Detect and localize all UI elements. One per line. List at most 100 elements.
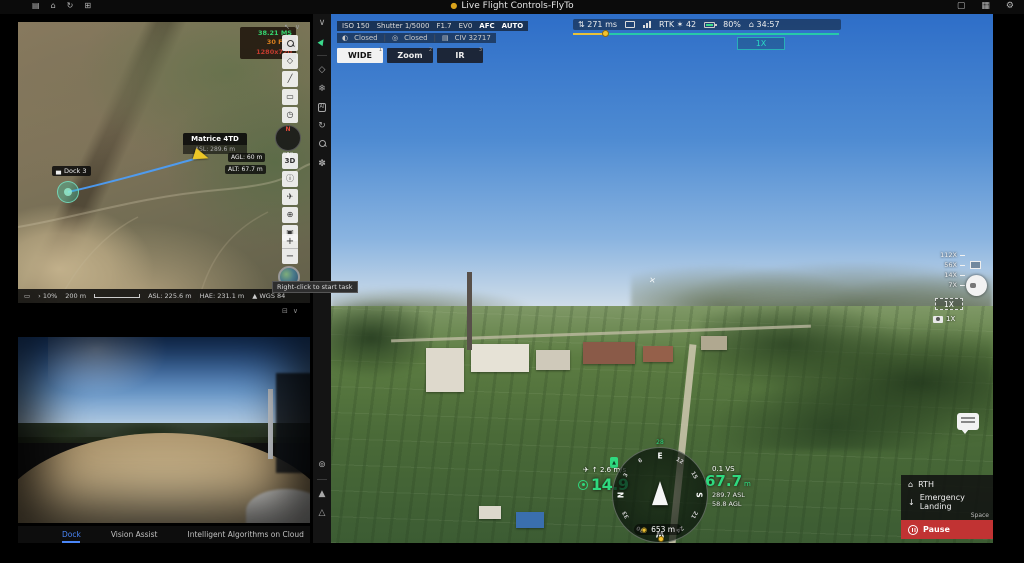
ai-recognition-icon[interactable]: AI xyxy=(318,103,327,112)
zoom-level-option[interactable]: 56X xyxy=(931,260,965,270)
settings-gear-icon[interactable]: ⚙ xyxy=(1006,1,1014,11)
tab-dock[interactable]: Dock xyxy=(62,530,81,539)
dock-marker-icon[interactable] xyxy=(57,181,79,203)
message-bubble-icon[interactable] xyxy=(957,413,979,430)
map-3d-button[interactable]: 3D xyxy=(282,153,298,169)
window-layout-icon[interactable]: ▢ xyxy=(957,1,966,11)
zoom-ladder[interactable]: 112X 56X 14X 7X xyxy=(931,250,965,290)
scene-building xyxy=(701,336,727,350)
map-collapse-icon[interactable]: ∨ xyxy=(295,23,300,31)
fpv-main-view[interactable]: ✕ ISO 150 Shutter 1/5000 F1.7 EV0 AFC AU… xyxy=(331,14,993,543)
shutter-state: Closed xyxy=(354,34,378,42)
camera-settings-row[interactable]: ISO 150 Shutter 1/5000 F1.7 EV0 AFC AUTO xyxy=(337,21,528,31)
map-polygon-button[interactable]: ▭ xyxy=(282,89,298,105)
monitor-icon xyxy=(625,21,635,28)
map-info-button[interactable]: ⓘ xyxy=(282,171,298,187)
ev-value: EV0 xyxy=(459,22,473,30)
map-history-button[interactable]: ◷ xyxy=(282,107,298,123)
pause-hotkey-label: Space xyxy=(901,511,993,520)
emergency-landing-icon: ↓ xyxy=(908,498,915,507)
agl-readout: 58.8 AGL xyxy=(712,500,742,508)
scene-chimney xyxy=(467,272,472,350)
lens-tab-zoom[interactable]: Zoom 2 xyxy=(387,48,433,63)
map-pin-button[interactable]: ◇ xyxy=(282,53,298,69)
lens-tab-ir[interactable]: IR 3 xyxy=(437,48,483,63)
status-dot-icon: ● xyxy=(450,1,457,10)
dock-camera-view[interactable] xyxy=(18,337,310,523)
battery-percent: 80% xyxy=(723,20,741,29)
dock-label[interactable]: ▄ Dock 3 xyxy=(52,166,91,176)
shutter-value: Shutter 1/5000 xyxy=(377,22,430,30)
lens-tab-bar: WIDE 1 Zoom 2 IR 3 xyxy=(337,48,483,63)
search-icon xyxy=(287,40,294,47)
aircraft-label[interactable]: Matrice 4TD xyxy=(183,133,247,145)
effects-icon[interactable]: ✽ xyxy=(318,159,326,169)
scene-building xyxy=(536,350,570,370)
aircraft-status-bar[interactable]: ⇅ 271 ms RTK ✶ 42 80% ⌂ 34:57 xyxy=(573,19,841,30)
aircraft-alt-badge: ALT: 67.7 m xyxy=(225,165,266,174)
map-dock-collapse-icon[interactable]: ∨ xyxy=(293,307,298,315)
map-asl-readout: ASL: 225.6 m xyxy=(148,292,191,300)
aircraft-heading-arrow xyxy=(652,481,668,505)
heading-degrees: 28 xyxy=(656,439,664,446)
voice-headset-icon[interactable]: ⊚ xyxy=(318,460,326,470)
scene-building xyxy=(479,506,501,519)
zoom-dial[interactable] xyxy=(966,275,987,296)
toolbar-collapse-icon[interactable]: ∨ xyxy=(319,18,326,28)
grid-icon[interactable]: ▦ xyxy=(981,1,990,11)
orbit-icon[interactable]: ↻ xyxy=(318,121,326,131)
map-datum[interactable]: ▲ WGS 84 xyxy=(252,292,285,300)
map-search-button[interactable] xyxy=(282,35,298,51)
iso-value: ISO 150 xyxy=(342,22,370,30)
zoom-selected-level[interactable]: 1X xyxy=(935,298,963,310)
camera-state-row[interactable]: ◐ Closed | ◎ Closed | ▤ CIV 32717 xyxy=(337,33,496,43)
delta-icon[interactable]: △ xyxy=(319,508,326,518)
terrain-icon[interactable]: ▲ xyxy=(319,489,326,499)
tab-intelligent-algorithms[interactable]: Intelligent Algorithms on Cloud xyxy=(188,530,304,539)
map-line-button[interactable]: ╱ xyxy=(282,71,298,87)
map-status-bar: ▭ › 10% 200 m ASL: 225.6 m HAE: 231.1 m … xyxy=(18,289,310,303)
dock-cam-vignette xyxy=(18,337,310,523)
latency-readout: ⇅ 271 ms xyxy=(578,20,617,29)
aircraft-pointer-icon[interactable]: ▲ xyxy=(317,36,327,47)
waypoint-icon[interactable]: ◇ xyxy=(319,65,326,75)
zoom-level-indicator: 1X xyxy=(737,37,785,50)
emergency-landing-button[interactable]: ↓ Emergency Landing xyxy=(901,493,993,511)
zoom-level-option[interactable]: 14X xyxy=(931,270,965,280)
tab-vision-assist[interactable]: Vision Assist xyxy=(111,530,158,539)
map-zoom-out-button[interactable]: − xyxy=(282,249,298,264)
flight-path xyxy=(18,22,310,303)
map-zoom-in-button[interactable]: + xyxy=(282,234,298,249)
window-title: ●Live Flight Controls-FlyTo xyxy=(0,1,1024,11)
map-panel[interactable]: 38.21 MS 30 FPS 1280x720 ↖ ∨ ◇ ╱ ▭ ◷ N 0… xyxy=(18,22,310,303)
scene-building xyxy=(643,346,673,362)
rth-button[interactable]: ⌂ RTH xyxy=(901,475,993,493)
context-tooltip: Right-click to start task xyxy=(272,281,358,293)
rtk-readout: RTK ✶ 42 xyxy=(659,20,696,29)
map-compass[interactable]: N 090 xyxy=(275,125,301,151)
exposure-mode: AUTO xyxy=(502,22,524,30)
zoom-level-option[interactable]: 7X xyxy=(931,280,965,290)
camera-icon xyxy=(933,316,943,323)
map-dock-expand-icon[interactable]: ⊟ xyxy=(282,307,288,315)
shutter-state-icon: ◐ xyxy=(342,34,348,42)
lens-tab-wide[interactable]: WIDE 1 xyxy=(337,48,383,63)
map-mode-icon[interactable]: ▭ xyxy=(24,292,30,300)
camera-zoom-row[interactable]: 1X xyxy=(933,315,955,323)
map-locate-button[interactable]: ⊕ xyxy=(282,207,298,223)
zoom-level-option[interactable]: 112X xyxy=(931,250,965,260)
battery-threshold-dot[interactable] xyxy=(602,30,609,37)
map-hae-readout: HAE: 231.1 m xyxy=(200,292,245,300)
focus-mode: AFC xyxy=(479,22,494,30)
map-flight-route-button[interactable]: ✈ xyxy=(282,189,298,205)
map-opacity[interactable]: › 10% xyxy=(38,292,57,300)
dock-icon: ▄ xyxy=(56,167,61,175)
pause-button[interactable]: Pause xyxy=(901,520,993,539)
screen-zoom-icon[interactable] xyxy=(970,261,981,269)
toolbar-search-icon[interactable] xyxy=(319,140,326,150)
map-expand-icon[interactable]: ↖ xyxy=(284,23,290,31)
scene-building xyxy=(583,342,635,364)
spray-icon[interactable]: ❄ xyxy=(318,84,326,94)
pause-icon xyxy=(908,525,918,535)
altitude-readout: 67.7 m xyxy=(705,472,751,490)
